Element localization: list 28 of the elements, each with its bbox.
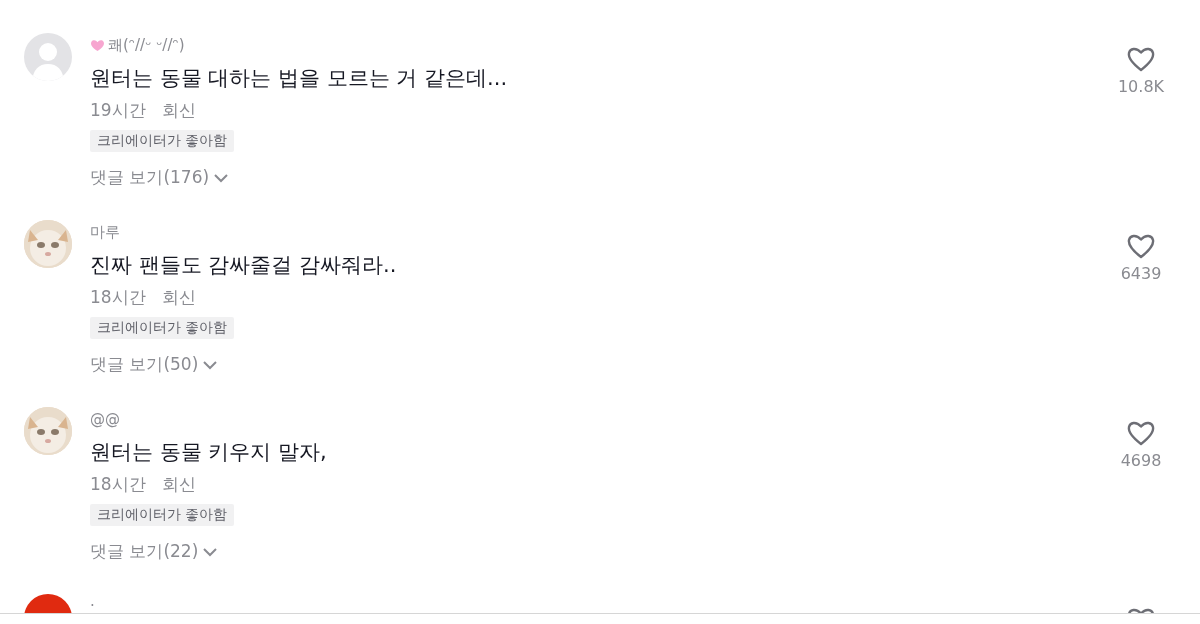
reply-button[interactable]: 회신 xyxy=(161,99,196,122)
creator-liked-label: 크리에이터가 좋아함 xyxy=(90,504,235,526)
heart-icon[interactable] xyxy=(1126,45,1156,73)
comment-time: 19시간 xyxy=(90,99,146,122)
comment-text: 원터는 동물 대하는 법을 모르는 거 같은데... xyxy=(90,65,508,92)
comment-text: 진짜 팬들도 감싸줄걸 감싸줘라.. xyxy=(90,252,397,279)
username[interactable]: · xyxy=(90,597,95,613)
comment-time: 18시간 xyxy=(90,473,146,496)
heart-icon[interactable] xyxy=(1126,232,1156,260)
like-count: 4698 xyxy=(1120,451,1162,470)
like-count: 10.8K xyxy=(1117,77,1165,96)
view-replies-button[interactable]: 댓글 보기(50) xyxy=(90,353,219,376)
reply-button[interactable]: 회신 xyxy=(161,286,196,309)
username[interactable]: 쾌(ᵔ//ᵕ ᵕ//ᵔ) xyxy=(108,35,185,55)
chevron-down-icon xyxy=(202,359,219,370)
creator-liked-label: 크리에이터가 좋아함 xyxy=(90,130,235,152)
reply-button[interactable]: 회신 xyxy=(161,473,196,496)
view-replies-button[interactable]: 댓글 보기(22) xyxy=(90,540,219,563)
username[interactable]: 마루 xyxy=(90,222,120,242)
view-replies-button[interactable]: 댓글 보기(176) xyxy=(90,166,230,189)
creator-liked-label: 크리에이터가 좋아함 xyxy=(90,317,235,339)
chevron-down-icon xyxy=(213,172,230,183)
like-count: 6439 xyxy=(1120,264,1162,283)
comment-text: 원터는 동물 키우지 말자, xyxy=(90,439,327,466)
chevron-down-icon xyxy=(202,546,219,557)
username[interactable]: @@ xyxy=(90,410,120,428)
comment-time: 18시간 xyxy=(90,286,146,309)
heart-icon[interactable] xyxy=(1126,419,1156,447)
